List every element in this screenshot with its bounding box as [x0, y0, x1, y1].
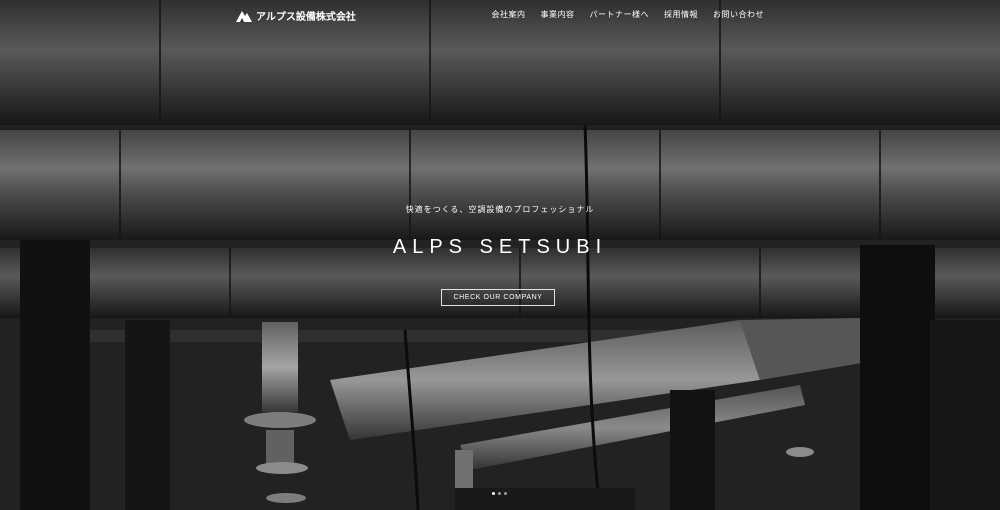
hero-tagline: 快適をつくる、空調設備のプロフェッショナル	[405, 205, 595, 214]
site-header: アルプス設備株式会社 会社案内 事業内容 パートナー様へ 採用情報 お問い合わせ	[0, 0, 1000, 32]
slide-dot-3[interactable]	[504, 492, 507, 495]
hero-title: ALPS SETSUBI	[392, 236, 608, 258]
mountain-logo-icon	[236, 10, 252, 22]
nav-item-business[interactable]: 事業内容	[541, 9, 575, 20]
slider-pagination	[492, 492, 507, 495]
logo-text: アルプス設備株式会社	[256, 11, 356, 23]
nav-item-contact[interactable]: お問い合わせ	[713, 9, 764, 20]
check-company-button[interactable]: CHECK OUR COMPANY	[441, 289, 555, 306]
nav-item-company[interactable]: 会社案内	[492, 9, 526, 20]
nav-item-recruit[interactable]: 採用情報	[664, 9, 698, 20]
slide-dot-2[interactable]	[498, 492, 501, 495]
site-logo[interactable]: アルプス設備株式会社	[236, 8, 356, 23]
main-nav: 会社案内 事業内容 パートナー様へ 採用情報 お問い合わせ	[492, 9, 765, 20]
hero-section: アルプス設備株式会社 会社案内 事業内容 パートナー様へ 採用情報 お問い合わせ…	[0, 0, 1000, 510]
nav-item-partners[interactable]: パートナー様へ	[590, 9, 650, 20]
slide-dot-1[interactable]	[492, 492, 495, 495]
